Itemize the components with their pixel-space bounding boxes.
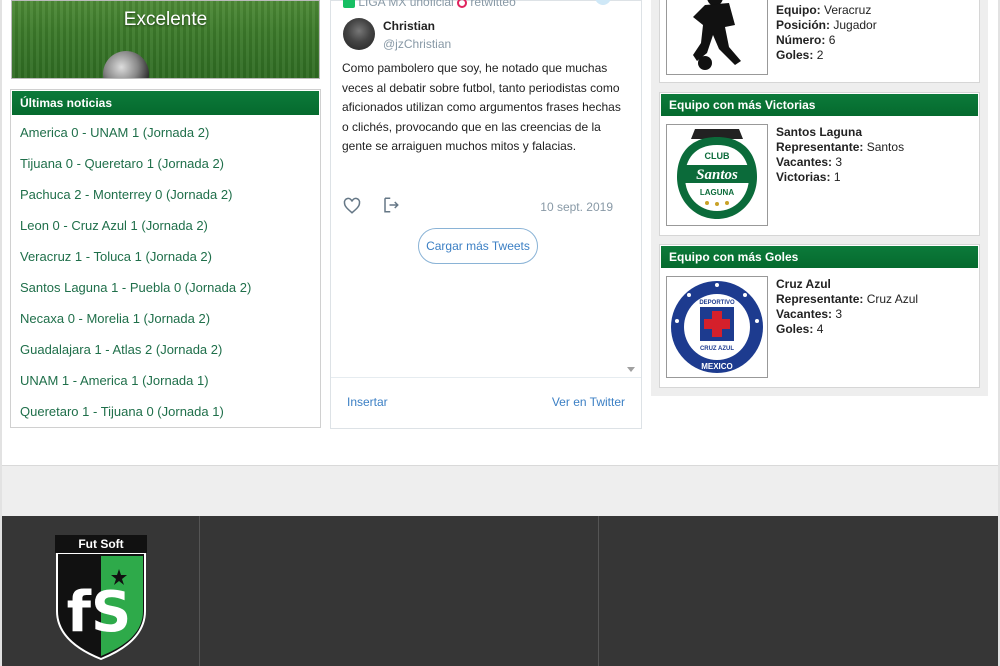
cruz-azul-logo-text-deportivo: DEPORTIVO [699, 300, 735, 306]
hero-title: Excelente [123, 9, 208, 30]
pre-footer-band [2, 465, 998, 517]
goals-count-value: 4 [816, 322, 824, 336]
player-goals-value: 2 [816, 48, 824, 62]
victories-count-value: 1 [833, 170, 841, 184]
twitter-timeline-embed: LIGA MX unoficial retwitteó Christian @j… [330, 0, 642, 429]
footer-divider [598, 516, 599, 666]
goals-rep-label: Representante: [776, 292, 864, 306]
goals-rep-value: Cruz Azul [866, 292, 919, 306]
futsoft-logo-caption: Fut Soft [55, 535, 147, 553]
news-list: America 0 - UNAM 1 (Jornada 2) Tijuana 0… [11, 115, 320, 427]
santos-laguna-logo: CLUB Santos LAGUNA [666, 124, 768, 226]
most-victories-header: Equipo con más Victorias [661, 94, 978, 116]
victories-team-name: Santos Laguna [776, 125, 863, 139]
cruz-azul-logo: DEPORTIVO CRUZ AZUL MEXICO [666, 276, 768, 378]
latest-news-panel: Últimas noticias America 0 - UNAM 1 (Jor… [10, 89, 321, 428]
player-card: Equipo: Veracruz Posición: Jugador Númer… [659, 0, 980, 83]
news-item[interactable]: Necaxa 0 - Morelia 1 (Jornada 2) [11, 303, 320, 334]
player-team-value: Veracruz [824, 3, 872, 17]
victories-vacancies-value: 3 [835, 155, 843, 169]
victories-rep-value: Santos [866, 140, 905, 154]
santos-logo-text-laguna: LAGUNA [700, 188, 734, 197]
scroll-down-arrow-icon[interactable] [627, 367, 635, 372]
player-number-value: 6 [828, 33, 836, 47]
news-item[interactable]: Pachuca 2 - Monterrey 0 (Jornada 2) [11, 179, 320, 210]
futsoft-logo[interactable]: Fut Soft fS [55, 535, 147, 660]
player-position-value: Jugador [833, 18, 877, 32]
news-item[interactable]: Leon 0 - Cruz Azul 1 (Jornada 2) [11, 210, 320, 241]
goals-vacancies-label: Vacantes: [776, 307, 833, 321]
most-goals-card: Equipo con más Goles DEPORTIVO CRUZ AZUL… [659, 244, 980, 388]
share-icon[interactable] [382, 196, 400, 214]
hero-banner: Excelente [11, 0, 320, 79]
retweet-context: LIGA MX unoficial retwitteó [343, 0, 516, 9]
tweet-embed-footer: Insertar Ver en Twitter [331, 377, 641, 430]
player-team-label: Equipo: [776, 3, 821, 17]
santos-logo-text-club: CLUB [705, 151, 730, 161]
tweet-text: Como pambolero que soy, he notado que mu… [342, 61, 621, 153]
player-position-label: Posición: [776, 18, 831, 32]
goals-details: Cruz Azul Representante: Cruz Azul Vacan… [776, 277, 918, 337]
view-on-twitter-link[interactable]: Ver en Twitter [552, 395, 625, 409]
cruz-azul-logo-text-mexico: MEXICO [701, 362, 733, 371]
goals-count-label: Goles: [776, 322, 814, 336]
santos-logo-text-main: Santos [696, 167, 738, 183]
heart-icon[interactable] [343, 197, 361, 215]
latest-news-header: Últimas noticias [12, 91, 319, 115]
player-goals-label: Goles: [776, 48, 814, 62]
news-item[interactable]: Queretaro 1 - Tijuana 0 (Jornada 1) [11, 396, 320, 427]
news-item[interactable]: America 0 - UNAM 1 (Jornada 2) [11, 117, 320, 148]
news-item[interactable]: Guadalajara 1 - Atlas 2 (Jornada 2) [11, 334, 320, 365]
tweet-author-name[interactable]: Christian [383, 19, 435, 33]
most-goals-header: Equipo con más Goles [661, 246, 978, 268]
most-victories-card: Equipo con más Victorias CLUB Santos LAG… [659, 92, 980, 236]
tweet-scrollbar[interactable] [629, 1, 639, 377]
retweet-source[interactable]: LIGA MX unoficial [358, 0, 453, 9]
news-item[interactable]: Santos Laguna 1 - Puebla 0 (Jornada 2) [11, 272, 320, 303]
player-details: Equipo: Veracruz Posición: Jugador Númer… [776, 3, 877, 63]
retweet-icon [343, 0, 355, 9]
prohibited-icon [457, 0, 468, 8]
news-item[interactable]: UNAM 1 - America 1 (Jornada 1) [11, 365, 320, 396]
news-item[interactable]: Tijuana 0 - Queretaro 1 (Jornada 2) [11, 148, 320, 179]
stats-sidebar: Equipo: Veracruz Posición: Jugador Númer… [651, 0, 988, 396]
player-silhouette-image [666, 0, 768, 75]
goals-vacancies-value: 3 [835, 307, 843, 321]
victories-vacancies-label: Vacantes: [776, 155, 833, 169]
load-more-tweets-button[interactable]: Cargar más Tweets [418, 228, 538, 264]
futsoft-shield-icon: fS [56, 553, 146, 660]
victories-count-label: Victorias: [776, 170, 831, 184]
site-footer: Fut Soft fS [2, 516, 998, 666]
cruz-azul-logo-text-name: CRUZ AZUL [700, 346, 734, 352]
embed-link[interactable]: Insertar [347, 395, 388, 409]
player-number-label: Número: [776, 33, 826, 47]
news-item[interactable]: Veracruz 1 - Toluca 1 (Jornada 2) [11, 241, 320, 272]
retweet-label: retwitteó [470, 0, 516, 9]
victories-rep-label: Representante: [776, 140, 864, 154]
futsoft-logo-letters: fS [67, 580, 132, 645]
twitter-bird-icon[interactable] [595, 0, 611, 5]
tweet-date[interactable]: 10 sept. 2019 [540, 200, 613, 214]
tweet-author-handle[interactable]: @jzChristian [383, 37, 451, 51]
footer-divider [199, 516, 200, 666]
avatar[interactable] [343, 18, 375, 50]
victories-details: Santos Laguna Representante: Santos Vaca… [776, 125, 904, 185]
goals-team-name: Cruz Azul [776, 277, 831, 291]
